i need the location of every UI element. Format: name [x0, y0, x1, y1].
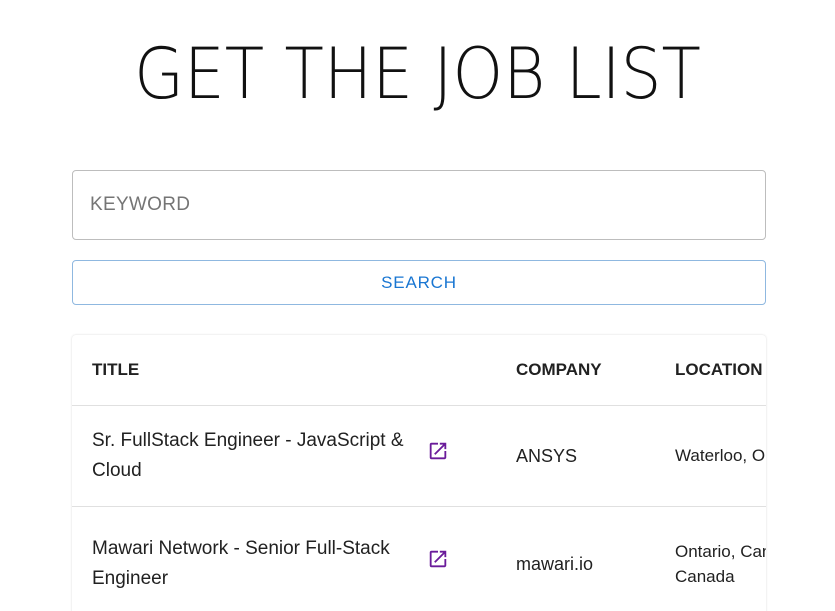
search-button[interactable]: SEARCH [72, 260, 766, 305]
link-cell [427, 405, 496, 507]
table-row: Sr. FullStack Engineer - JavaScript & Cl… [72, 405, 766, 507]
keyword-input[interactable] [72, 170, 766, 240]
job-list-page: GET THE JOB LIST SEARCH TITLE COMPANY LO… [0, 0, 835, 611]
column-header-location: LOCATION [655, 335, 766, 406]
table-row: Mawari Network - Senior Full-Stack Engin… [72, 506, 766, 611]
open-in-new-icon[interactable] [427, 548, 449, 570]
column-header-title: TITLE [72, 335, 427, 406]
link-cell [427, 506, 496, 611]
job-title-cell: Sr. FullStack Engineer - JavaScript & Cl… [72, 405, 427, 507]
job-title-cell: Mawari Network - Senior Full-Stack Engin… [72, 506, 427, 611]
location-cell: Waterloo, O [655, 405, 766, 507]
open-in-new-icon[interactable] [427, 440, 449, 462]
company-cell: mawari.io [496, 506, 655, 611]
job-table: TITLE COMPANY LOCATION Sr. FullStack Eng… [72, 335, 766, 611]
page-title: GET THE JOB LIST [134, 33, 701, 115]
location-cell: Ontario, CanadaWat Canada [655, 506, 766, 611]
company-cell: ANSYS [496, 405, 655, 507]
column-header-link [427, 335, 496, 406]
job-table-container[interactable]: TITLE COMPANY LOCATION Sr. FullStack Eng… [72, 335, 766, 611]
column-header-company: COMPANY [496, 335, 655, 406]
table-header-row: TITLE COMPANY LOCATION [72, 335, 766, 406]
